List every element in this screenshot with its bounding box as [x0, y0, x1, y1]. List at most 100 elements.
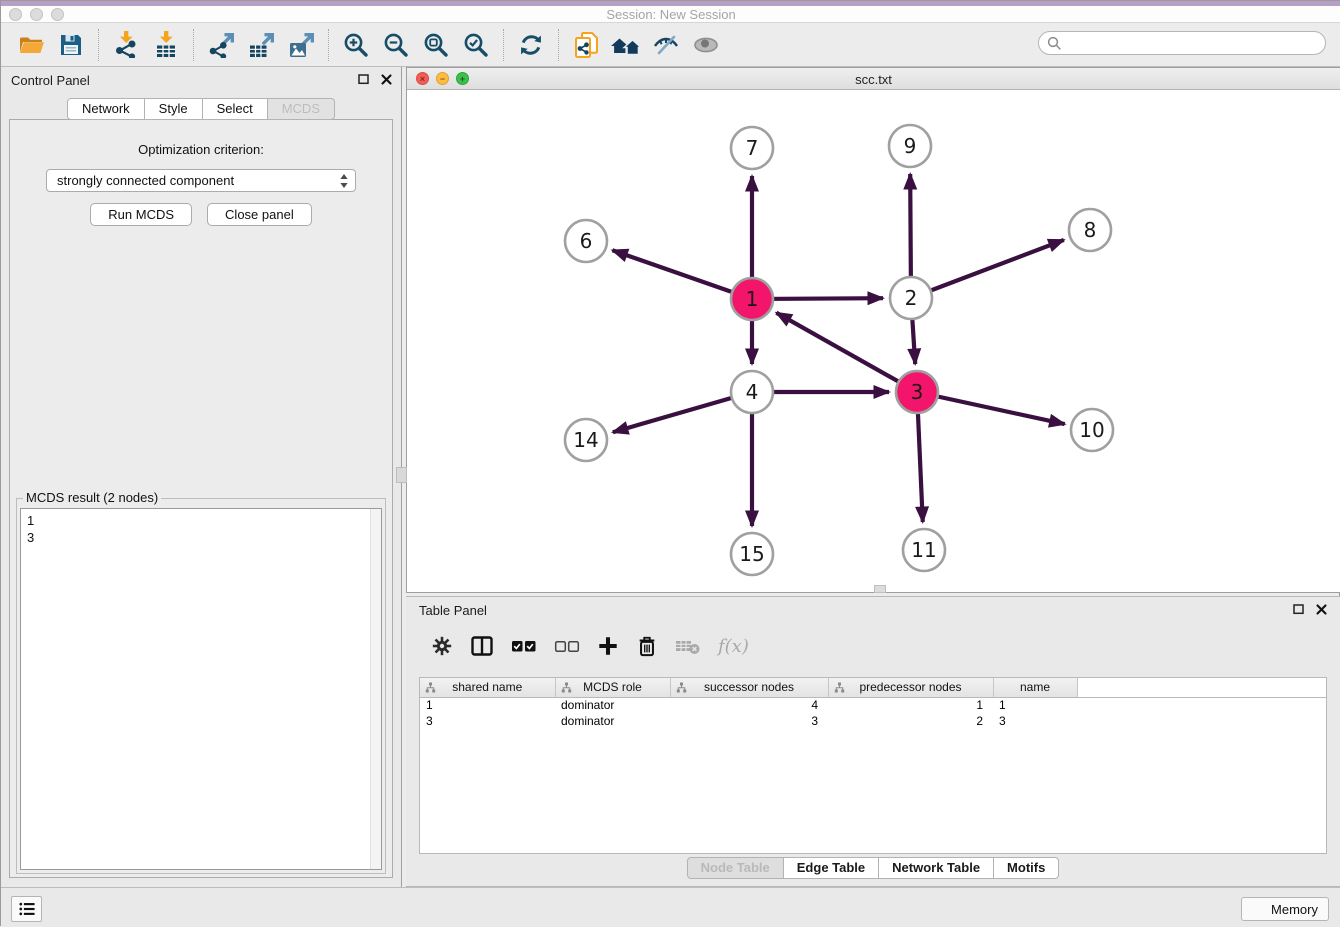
tab-node-table[interactable]: Node Table — [687, 857, 784, 879]
mcds-result-scrollbar[interactable] — [370, 509, 381, 869]
export-network-button[interactable] — [201, 26, 241, 64]
status-bar: Memory — [1, 887, 1340, 927]
graph-node-4[interactable]: 4 — [731, 371, 773, 413]
graph-edge-2-8[interactable] — [911, 240, 1064, 298]
tab-edge-table[interactable]: Edge Table — [784, 857, 879, 879]
table-settings-button[interactable] — [431, 635, 453, 657]
select-stepper-icon — [339, 173, 349, 195]
import-table-button[interactable] — [146, 26, 186, 64]
control-panel: Control Panel Network Style Select MCDS … — [1, 67, 402, 887]
graph-edge-3-1[interactable] — [776, 313, 917, 392]
close-table-panel-button[interactable] — [1315, 603, 1328, 616]
close-icon — [1316, 604, 1327, 615]
zoom-selected-button[interactable] — [456, 26, 496, 64]
save-session-button[interactable] — [51, 26, 91, 64]
add-column-button[interactable] — [597, 635, 619, 657]
run-mcds-button[interactable]: Run MCDS — [90, 203, 192, 226]
list-icon — [18, 901, 36, 917]
graph-node-1[interactable]: 1 — [731, 278, 773, 320]
graph-node-9[interactable]: 9 — [889, 125, 931, 167]
main-toolbar — [1, 23, 1340, 67]
import-network-button[interactable] — [106, 26, 146, 64]
refresh-view-button[interactable] — [511, 26, 551, 64]
zoom-fit-button[interactable] — [416, 26, 456, 64]
deselect-all-button[interactable] — [554, 636, 580, 656]
delete-table-button[interactable] — [675, 636, 701, 656]
table-cell[interactable]: 1 — [993, 697, 1077, 713]
select-all-button[interactable] — [511, 636, 537, 656]
float-panel-button[interactable] — [357, 73, 370, 86]
show-panels-button[interactable] — [686, 26, 726, 64]
tab-motifs[interactable]: Motifs — [994, 857, 1059, 879]
zoom-fit-icon — [423, 32, 449, 58]
open-session-button[interactable] — [11, 26, 51, 64]
vertical-splitter-handle[interactable] — [396, 467, 407, 483]
memory-status-button[interactable]: Memory — [1241, 897, 1329, 921]
graph-node-14[interactable]: 14 — [565, 419, 607, 461]
table-cell[interactable]: 3 — [420, 713, 555, 729]
tab-select[interactable]: Select — [203, 98, 268, 120]
float-table-panel-button[interactable] — [1292, 603, 1305, 616]
close-icon — [381, 74, 392, 85]
column-header-name[interactable]: name — [993, 678, 1077, 697]
network-canvas[interactable]: 7 9 6 8 1 2 4 3 14 10 15 11 — [407, 90, 1340, 592]
search-input[interactable] — [1038, 31, 1326, 55]
graph-node-label: 15 — [739, 542, 764, 566]
tab-network[interactable]: Network — [67, 98, 145, 120]
hierarchy-icon — [676, 682, 687, 696]
tab-style[interactable]: Style — [145, 98, 203, 120]
table-header-row: shared name MCDS role successor nodes — [420, 678, 1326, 697]
table-cell[interactable]: 3 — [670, 713, 828, 729]
network-graph[interactable]: 7 9 6 8 1 2 4 3 14 10 15 11 — [407, 90, 1340, 592]
network-view-window: × − + scc.txt 7968124314101511 — [406, 67, 1340, 593]
task-history-button[interactable] — [11, 896, 42, 922]
export-table-icon — [248, 32, 275, 58]
zoom-in-button[interactable] — [336, 26, 376, 64]
export-image-button[interactable] — [281, 26, 321, 64]
import-network-icon — [113, 31, 139, 58]
graph-node-8[interactable]: 8 — [1069, 209, 1111, 251]
column-header-mcds-role[interactable]: MCDS role — [555, 678, 670, 697]
table-cell[interactable]: dominator — [555, 713, 670, 729]
table-cell[interactable]: 2 — [828, 713, 993, 729]
tab-mcds[interactable]: MCDS — [268, 98, 335, 120]
toolbar-separator — [328, 29, 329, 61]
window-titlebar: Session: New Session — [1, 1, 1340, 23]
graph-node-2[interactable]: 2 — [890, 277, 932, 319]
graph-node-6[interactable]: 6 — [565, 220, 607, 262]
graph-node-label: 4 — [746, 380, 759, 404]
graph-node-11[interactable]: 11 — [903, 529, 945, 571]
close-panel-action-button[interactable]: Close panel — [207, 203, 312, 226]
tab-network-table[interactable]: Network Table — [879, 857, 994, 879]
optimization-criterion-select[interactable]: strongly connected component — [46, 169, 356, 192]
mcds-result-list[interactable]: 1 3 — [20, 508, 382, 870]
horizontal-splitter-handle[interactable] — [874, 585, 886, 593]
mcds-result-group: MCDS result (2 nodes) 1 3 — [16, 498, 386, 874]
graph-edge-3-10[interactable] — [917, 392, 1065, 424]
graph-node-15[interactable]: 15 — [731, 533, 773, 575]
close-panel-button[interactable] — [380, 73, 393, 86]
export-table-button[interactable] — [241, 26, 281, 64]
hide-panels-button[interactable] — [646, 26, 686, 64]
graph-node-3[interactable]: 3 — [896, 371, 938, 413]
column-header-shared-name[interactable]: shared name — [420, 678, 555, 697]
column-header-filler — [1077, 678, 1326, 697]
export-network-icon — [208, 32, 235, 58]
duplicate-network-button[interactable] — [566, 26, 606, 64]
graph-node-10[interactable]: 10 — [1071, 409, 1113, 451]
table-cell[interactable]: 1 — [828, 697, 993, 713]
table-cell[interactable]: 1 — [420, 697, 555, 713]
function-builder-button[interactable]: f(x) — [718, 636, 749, 657]
zoom-out-button[interactable] — [376, 26, 416, 64]
search-field[interactable] — [1062, 36, 1317, 51]
table-cell[interactable]: 4 — [670, 697, 828, 713]
column-header-predecessor-nodes[interactable]: predecessor nodes — [828, 678, 993, 697]
home-layout-button[interactable] — [606, 26, 646, 64]
table-cell[interactable]: 3 — [993, 713, 1077, 729]
delete-column-button[interactable] — [636, 634, 658, 658]
column-header-successor-nodes[interactable]: successor nodes — [670, 678, 828, 697]
table-split-view-button[interactable] — [470, 634, 494, 658]
table-cell[interactable]: dominator — [555, 697, 670, 713]
graph-node-7[interactable]: 7 — [731, 127, 773, 169]
zoom-selected-icon — [463, 32, 489, 58]
